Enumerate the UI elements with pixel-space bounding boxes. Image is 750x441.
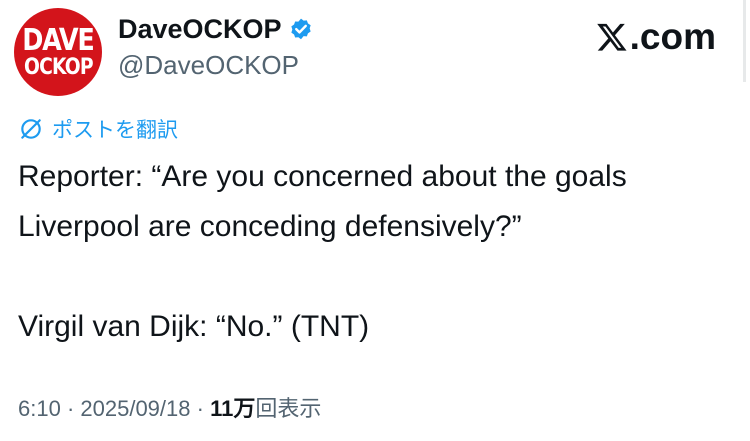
- avatar-text-line2: OCKOP: [23, 54, 93, 80]
- author-name-row: DaveOCKOP: [118, 14, 314, 45]
- views-count[interactable]: 11万: [210, 396, 255, 421]
- x-logo-icon: [596, 23, 627, 51]
- translate-label: ポストを翻訳: [52, 119, 178, 142]
- author-display-name[interactable]: DaveOCKOP: [118, 14, 282, 45]
- x-brand: .com: [596, 16, 716, 58]
- meta-separator: ·: [60, 396, 81, 421]
- tweet-line: Virgil van Dijk: “No.” (TNT): [18, 310, 370, 343]
- author-handle[interactable]: @DaveOCKOP: [118, 50, 299, 81]
- tweet-meta: 6:10 · 2025/09/18 · 11万回表示: [18, 391, 321, 423]
- avatar-text-line1: DAVE: [22, 22, 94, 58]
- verified-badge-icon: [288, 17, 314, 43]
- brand-text: .com: [629, 16, 716, 57]
- tweet-text: Reporter: “Are you concerned about the g…: [18, 152, 738, 352]
- avatar[interactable]: DAVE OCKOP: [14, 8, 102, 96]
- meta-separator: ·: [190, 396, 211, 421]
- tweet-paragraph-gap: [18, 252, 738, 302]
- tweet-line: Reporter: “Are you concerned about the g…: [18, 160, 627, 193]
- scroll-edge-divider: [743, 0, 746, 82]
- tweet-time[interactable]: 6:10: [18, 396, 61, 421]
- tweet-date[interactable]: 2025/09/18: [80, 396, 190, 421]
- tweet-line: Liverpool are conceding defensively?”: [18, 210, 522, 243]
- views-suffix: 回表示: [255, 396, 322, 421]
- globe-icon: [21, 119, 41, 139]
- translate-post-link[interactable]: ポストを翻訳: [18, 114, 178, 144]
